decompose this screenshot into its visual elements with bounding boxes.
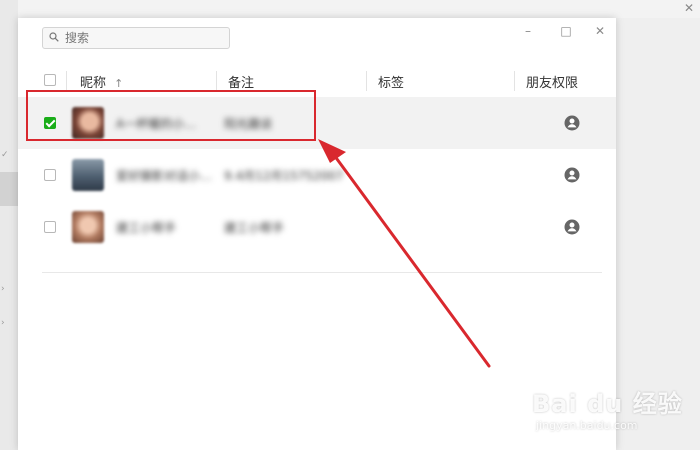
watermark-logo: Bai du 经验	[532, 390, 683, 418]
watermark-url: jingyan.baidu.com	[536, 419, 638, 432]
watermark: Bai du 经验 jingyan.baidu.com	[532, 384, 683, 432]
annotation-arrow	[318, 139, 491, 368]
